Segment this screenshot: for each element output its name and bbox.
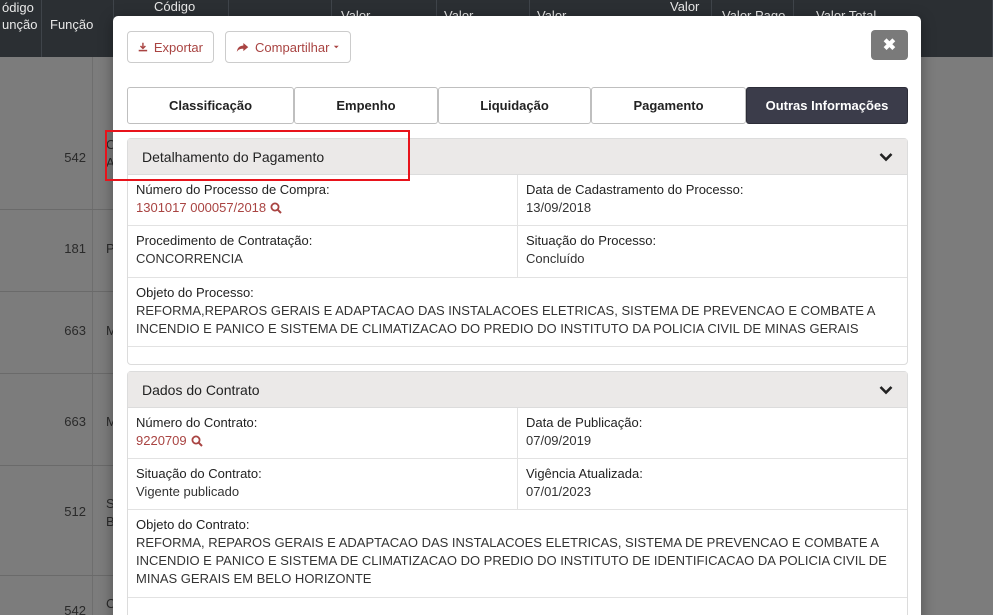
field-label: Objeto do Processo: xyxy=(136,285,254,300)
close-icon: ✖ xyxy=(882,37,897,54)
contract-panel: Dados do Contrato Número do Contrato: 92… xyxy=(127,371,908,615)
contract-number-cell: Número do Contrato: 9220709 xyxy=(128,408,518,459)
search-icon xyxy=(270,202,282,214)
tab-empenho[interactable]: Empenho xyxy=(294,87,438,124)
table-row: 181 P xyxy=(0,210,115,292)
chevron-down-icon[interactable] xyxy=(879,385,893,395)
payment-detail-panel: Detalhamento do Pagamento Número do Proc… xyxy=(127,138,908,365)
download-icon xyxy=(138,42,148,52)
registration-date-cell: Data de Cadastramento do Processo: 13/09… xyxy=(518,175,907,226)
field-value: CONCORRENCIA xyxy=(136,251,243,266)
field-label: Número do Contrato: xyxy=(136,415,258,430)
table-row: 663 M xyxy=(0,374,117,466)
tab-liquidacao[interactable]: Liquidação xyxy=(438,87,591,124)
caret-down-icon xyxy=(334,45,340,49)
process-number-link[interactable]: 1301017 000057/2018 xyxy=(136,199,282,217)
payment-detail-header[interactable]: Detalhamento do Pagamento xyxy=(128,139,907,175)
panel-title: Dados do Contrato xyxy=(142,381,260,398)
header-cell-funcao[interactable]: Função xyxy=(42,0,114,57)
details-modal: Exportar Compartilhar ✖ Classificação Em… xyxy=(113,16,921,615)
share-button[interactable]: Compartilhar xyxy=(225,31,351,63)
field-label: Objeto do Contrato: xyxy=(136,517,250,532)
contract-number-link[interactable]: 9220709 xyxy=(136,432,203,450)
field-label: Situação do Processo: xyxy=(526,233,657,248)
field-label: Data de Cadastramento do Processo: xyxy=(526,182,744,197)
tab-outras-informacoes[interactable]: Outras Informações xyxy=(746,87,908,124)
export-button[interactable]: Exportar xyxy=(127,31,214,63)
field-value: INCENDIO E PANICO E SISTEMA DE CLIMATIZA… xyxy=(136,553,887,568)
close-button[interactable]: ✖ xyxy=(871,30,908,60)
field-value: REFORMA, REPAROS GERAIS E ADAPTACAO DAS … xyxy=(136,535,880,550)
field-value: INCENDIO E PANICO E SISTEMA DE CLIMATIZA… xyxy=(136,321,859,336)
procedure-cell: Procedimento de Contratação: CONCORRENCI… xyxy=(128,226,518,278)
table-row: 542 C A xyxy=(0,100,115,210)
field-value: Concluído xyxy=(526,251,585,266)
field-label: Situação do Contrato: xyxy=(136,466,262,481)
export-label: Exportar xyxy=(153,39,203,55)
table-row: 542 C xyxy=(64,596,116,615)
publication-date-cell: Data de Publicação: 07/09/2019 xyxy=(518,408,907,459)
field-label: Data de Publicação: xyxy=(526,415,643,430)
process-status-cell: Situação do Processo: Concluído xyxy=(518,226,907,278)
tab-pagamento[interactable]: Pagamento xyxy=(591,87,746,124)
validity-cell: Vigência Atualizada: 07/01/2023 xyxy=(518,459,907,510)
field-value: 07/09/2019 xyxy=(526,433,592,448)
contract-header[interactable]: Dados do Contrato xyxy=(128,372,907,408)
tab-classificacao[interactable]: Classificação xyxy=(127,87,294,124)
table-row: 512 S B xyxy=(0,466,115,576)
process-number-cell: Número do Processo de Compra: 1301017 00… xyxy=(128,175,518,226)
field-value: 13/09/2018 xyxy=(526,200,592,215)
share-label: Compartilhar xyxy=(255,39,330,55)
field-value: MINAS GERAIS EM BELO HORIZONTE xyxy=(136,571,372,586)
contract-status-cell: Situação do Contrato: Vigente publicado xyxy=(128,459,518,510)
chevron-down-icon[interactable] xyxy=(879,152,893,162)
field-label: Procedimento de Contratação: xyxy=(136,233,313,248)
panel-title: Detalhamento do Pagamento xyxy=(142,148,325,165)
search-icon xyxy=(191,435,203,447)
header-cell-codigo-funcao[interactable]: ódigo unção xyxy=(0,0,42,57)
field-label: Vigência Atualizada: xyxy=(526,466,643,481)
field-label: Número do Processo de Compra: xyxy=(136,182,330,197)
process-object-cell: Objeto do Processo: REFORMA,REPAROS GERA… xyxy=(128,278,907,347)
field-value: 07/01/2023 xyxy=(526,484,592,499)
contract-object-cell: Objeto do Contrato: REFORMA, REPAROS GER… xyxy=(128,510,907,598)
table-row: 663 M xyxy=(0,292,117,374)
field-value: Vigente publicado xyxy=(136,484,240,499)
field-value: REFORMA,REPAROS GERAIS E ADAPTACAO DAS I… xyxy=(136,303,876,318)
share-arrow-icon xyxy=(236,42,249,52)
